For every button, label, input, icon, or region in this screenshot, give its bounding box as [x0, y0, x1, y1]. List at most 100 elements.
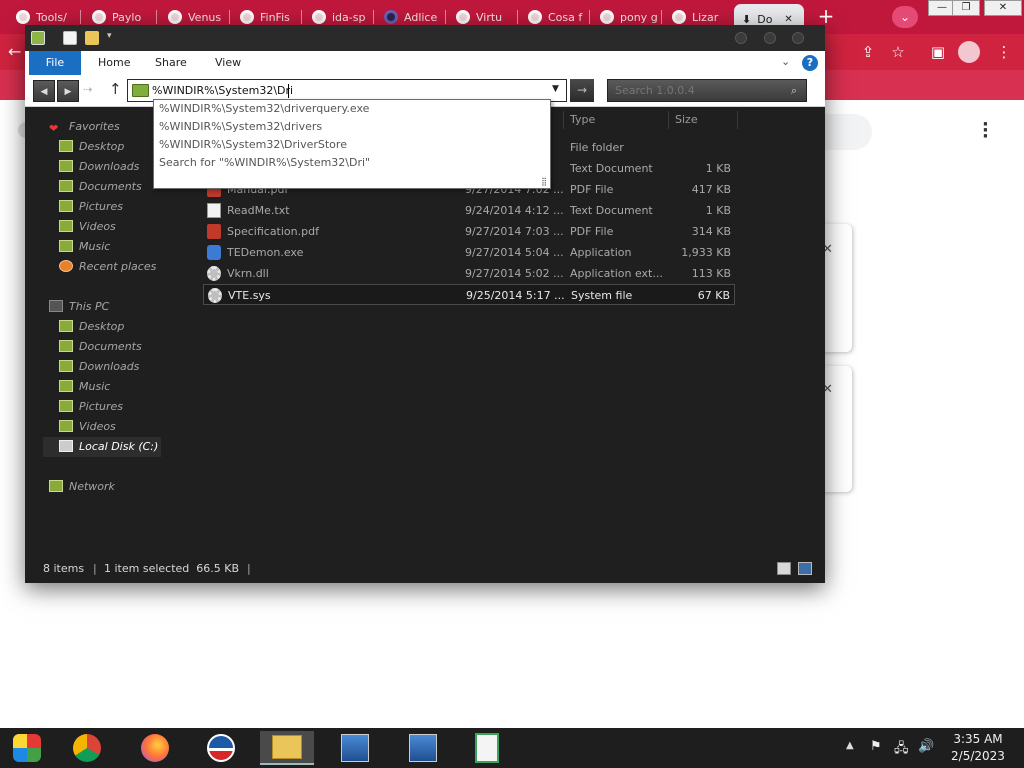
nav-label: Videos: [79, 420, 116, 433]
search-box[interactable]: ⌕: [607, 79, 807, 102]
clock-date[interactable]: 2/5/2023: [948, 749, 1008, 763]
nav-label: Recent places: [79, 260, 157, 273]
close-icon[interactable]: ✕: [784, 14, 792, 25]
taskbar-app[interactable]: [194, 731, 248, 765]
application-icon: [207, 245, 221, 260]
tab-home[interactable]: Home: [98, 51, 130, 75]
help-icon[interactable]: ?: [802, 55, 818, 71]
expand-ribbon-icon[interactable]: ⌄: [781, 55, 790, 68]
taskbar-firefox[interactable]: [128, 731, 182, 765]
nav-this-pc[interactable]: This PC: [49, 298, 109, 316]
tab-share[interactable]: Share: [155, 51, 187, 75]
text-caret: [288, 84, 289, 98]
nav-fav-documents[interactable]: Documents: [59, 178, 142, 196]
pdf-file-icon: [207, 224, 221, 239]
taskbar-installer[interactable]: [396, 731, 450, 765]
page-menu-icon[interactable]: · · ·: [982, 116, 989, 146]
go-button[interactable]: →: [570, 79, 594, 102]
customize-qat-icon[interactable]: ▾: [107, 31, 112, 41]
chevron-down-icon[interactable]: ▼: [552, 84, 559, 94]
browser-tab-label: pony g: [620, 10, 658, 24]
nav-fav-downloads[interactable]: Downloads: [59, 158, 139, 176]
browser-tab-label: Virtu: [476, 10, 503, 24]
nav-fav-music[interactable]: Music: [59, 238, 110, 256]
nav-pc-local-disk[interactable]: Local Disk (C:): [43, 437, 161, 457]
new-folder-icon[interactable]: [85, 31, 99, 45]
start-button[interactable]: [0, 731, 54, 765]
minimize-button[interactable]: [735, 32, 747, 44]
tab-view[interactable]: View: [215, 51, 241, 75]
column-header-type[interactable]: Type: [570, 113, 595, 126]
show-hidden-icons-icon[interactable]: ▲: [846, 740, 854, 751]
tab-search-button[interactable]: ⌄: [892, 6, 918, 28]
explorer-title-bar[interactable]: ▾: [25, 25, 825, 51]
search-icon[interactable]: ⌕: [782, 80, 806, 101]
maximize-button[interactable]: [764, 32, 776, 44]
nav-pc-videos[interactable]: Videos: [59, 418, 116, 436]
file-row[interactable]: ReadMe.txt 9/24/2014 4:12 ... Text Docum…: [203, 200, 735, 221]
nav-label: Music: [79, 240, 111, 253]
forward-button[interactable]: ▶: [57, 80, 79, 102]
file-row-selected[interactable]: VTE.sys 9/25/2014 5:17 ... System file 6…: [203, 284, 735, 305]
file-explorer-window: ▾ File Home Share View ⌄ ? ◀ ▶ ⇢ ↑ ▼ → ⌕…: [25, 25, 825, 583]
back-arrow-icon[interactable]: ←: [8, 42, 21, 61]
network-icon[interactable]: 🖧: [894, 739, 909, 761]
back-button[interactable]: ◀: [33, 80, 55, 102]
nav-pc-music[interactable]: Music: [59, 378, 110, 396]
nav-pc-desktop[interactable]: Desktop: [59, 318, 124, 336]
menu-kebab-icon[interactable]: ⋮: [994, 42, 1014, 62]
clock-time[interactable]: 3:35 AM: [950, 732, 1006, 746]
large-icons-view-icon[interactable]: [798, 562, 812, 575]
nav-pc-documents[interactable]: Documents: [59, 338, 142, 356]
action-center-flag-icon[interactable]: ⚑: [870, 739, 882, 754]
side-panel-icon[interactable]: ▣: [928, 42, 948, 62]
chrome-tab-icon: [168, 10, 182, 24]
file-row[interactable]: Vkrn.dll 9/27/2014 5:02 ... Application …: [203, 263, 735, 284]
taskbar: ▲ ⚑ 🖧 🔊 3:35 AM 2/5/2023: [0, 728, 1024, 768]
properties-icon[interactable]: [63, 31, 77, 45]
profile-avatar[interactable]: [958, 41, 980, 63]
tab-file[interactable]: File: [29, 51, 81, 75]
file-row[interactable]: Specification.pdf 9/27/2014 7:03 ... PDF…: [203, 221, 735, 242]
nav-fav-videos[interactable]: Videos: [59, 218, 116, 236]
taskbar-chrome[interactable]: [60, 731, 114, 765]
heart-icon: ❤: [49, 122, 59, 135]
browser-tab-label: Cosa f: [548, 10, 583, 24]
recent-locations-icon[interactable]: ⇢: [83, 83, 92, 96]
taskbar-file-explorer[interactable]: [260, 731, 314, 765]
autocomplete-search-item[interactable]: Search for "%WINDIR%\System32\Dri": [159, 154, 370, 172]
nav-pc-downloads[interactable]: Downloads: [59, 358, 139, 376]
taskbar-installer[interactable]: [328, 731, 382, 765]
address-input[interactable]: [152, 82, 542, 99]
nav-label: Documents: [79, 340, 142, 353]
nav-fav-recent-places[interactable]: Recent places: [59, 258, 156, 276]
nav-fav-desktop[interactable]: Desktop: [59, 138, 124, 156]
restore-button[interactable]: ❐: [952, 0, 980, 16]
nav-label: Videos: [79, 220, 116, 233]
nav-pc-pictures[interactable]: Pictures: [59, 398, 123, 416]
page-search-pill[interactable]: [822, 114, 872, 150]
details-view-icon[interactable]: [777, 562, 791, 575]
chrome-tab-icon: [240, 10, 254, 24]
column-divider[interactable]: [737, 111, 738, 129]
column-header-size[interactable]: Size: [675, 113, 698, 126]
bookmark-star-icon[interactable]: ☆: [888, 42, 908, 62]
nav-fav-pictures[interactable]: Pictures: [59, 198, 123, 216]
autocomplete-item[interactable]: %WINDIR%\System32\drivers: [159, 118, 322, 136]
gear-icon: [208, 288, 222, 303]
autocomplete-item[interactable]: %WINDIR%\System32\driverquery.exe: [159, 100, 369, 118]
autocomplete-item[interactable]: %WINDIR%\System32\DriverStore: [159, 136, 347, 154]
share-icon[interactable]: ⇪: [858, 42, 878, 62]
taskbar-notepad[interactable]: [460, 731, 514, 765]
search-input[interactable]: [608, 80, 780, 101]
close-button[interactable]: [792, 32, 804, 44]
nav-network[interactable]: Network: [49, 478, 115, 496]
up-arrow-icon[interactable]: ↑: [109, 80, 122, 98]
close-button[interactable]: ✕: [984, 0, 1022, 16]
resize-grip-icon[interactable]: ⣿: [541, 177, 547, 186]
column-divider[interactable]: [563, 111, 564, 129]
volume-icon[interactable]: 🔊: [918, 739, 934, 754]
file-row[interactable]: TEDemon.exe 9/27/2014 5:04 ... Applicati…: [203, 242, 735, 263]
nav-favorites[interactable]: ❤ Favorites: [49, 118, 120, 136]
column-divider[interactable]: [668, 111, 669, 129]
